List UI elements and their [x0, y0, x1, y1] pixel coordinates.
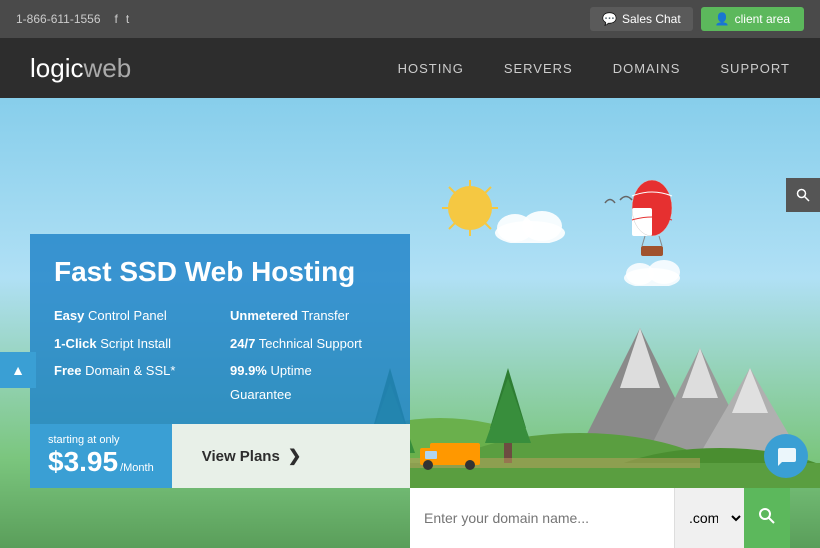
domain-tld-select[interactable]: .com .net .org [674, 488, 744, 548]
cloud-1 [490, 208, 570, 248]
logo: logicweb [30, 53, 131, 84]
feature-4: 24/7 Technical Support [230, 332, 386, 355]
hero-title: Fast SSD Web Hosting [54, 256, 386, 288]
features-grid: Easy Control Panel Unmetered Transfer 1-… [54, 304, 386, 406]
chat-bubble-button[interactable] [764, 434, 808, 478]
scroll-up-icon: ▲ [11, 362, 25, 378]
nav-support[interactable]: SUPPORT [720, 61, 790, 76]
feature-5: Free Domain & SSL* [54, 359, 210, 406]
feature-6-bold: 99.9% [230, 363, 267, 378]
topbar-right: 💬 Sales Chat 👤 client area [590, 7, 804, 31]
balloon-decoration [627, 178, 675, 263]
social-icons: f t [115, 12, 130, 26]
feature-2-bold: Unmetered [230, 308, 298, 323]
domain-search-button[interactable] [744, 488, 790, 548]
nav-servers[interactable]: SERVERS [504, 61, 573, 76]
feature-3-text: Script Install [100, 336, 171, 351]
domain-input[interactable] [410, 488, 674, 548]
pricing-area: starting at only $3.95 /Month [30, 424, 172, 488]
info-box: Fast SSD Web Hosting Easy Control Panel … [30, 234, 410, 424]
logo-web: web [83, 53, 131, 84]
hero-section: Fast SSD Web Hosting Easy Control Panel … [0, 98, 820, 548]
arrow-icon: ❯ [288, 446, 301, 466]
topbar: 1-866-611-1556 f t 💬 Sales Chat 👤 client… [0, 0, 820, 38]
chat-bubble-icon [775, 445, 797, 467]
domain-search-bar: .com .net .org [410, 488, 790, 548]
view-plans-label: View Plans [202, 448, 280, 465]
sales-chat-button[interactable]: 💬 Sales Chat [590, 7, 693, 31]
twitter-icon[interactable]: t [126, 12, 129, 26]
navbar: logicweb HOSTING SERVERS DOMAINS SUPPORT [0, 38, 820, 98]
feature-3-bold: 1-Click [54, 336, 97, 351]
price-main: $3.95 [48, 446, 118, 478]
nav-links: HOSTING SERVERS DOMAINS SUPPORT [398, 61, 790, 76]
starting-text: starting at only [48, 434, 154, 446]
search-icon [796, 188, 810, 202]
price-suffix: /Month [120, 462, 154, 474]
feature-1: Easy Control Panel [54, 304, 210, 327]
feature-3: 1-Click Script Install [54, 332, 210, 355]
phone-number: 1-866-611-1556 [16, 12, 101, 26]
feature-1-bold: Easy [54, 308, 84, 323]
feature-4-bold: 24/7 [230, 336, 255, 351]
feature-4-text: Technical Support [259, 336, 362, 351]
search-side-button[interactable] [786, 178, 820, 212]
hero-info-box: Fast SSD Web Hosting Easy Control Panel … [30, 234, 410, 488]
search-icon [758, 507, 776, 525]
chat-icon: 💬 [602, 12, 617, 26]
feature-2: Unmetered Transfer [230, 304, 386, 327]
topbar-left: 1-866-611-1556 f t [16, 12, 129, 26]
feature-5-text: Domain & SSL* [85, 363, 175, 378]
nav-hosting[interactable]: HOSTING [398, 61, 464, 76]
sales-chat-label: Sales Chat [622, 12, 681, 26]
feature-1-text: Control Panel [88, 308, 167, 323]
user-icon: 👤 [715, 12, 730, 26]
scroll-up-button[interactable]: ▲ [0, 352, 36, 388]
feature-5-bold: Free [54, 363, 81, 378]
feature-6: 99.9% UptimeGuarantee [230, 359, 386, 406]
facebook-icon[interactable]: f [115, 12, 118, 26]
view-plans-button[interactable]: View Plans ❯ [172, 424, 410, 488]
logo-logic: logic [30, 53, 83, 84]
bottom-bar: starting at only $3.95 /Month View Plans… [30, 424, 410, 488]
feature-2-text: Transfer [301, 308, 349, 323]
nav-domains[interactable]: DOMAINS [613, 61, 681, 76]
landscape-scene [340, 268, 820, 488]
client-area-label: client area [735, 12, 790, 26]
client-area-button[interactable]: 👤 client area [701, 7, 804, 31]
